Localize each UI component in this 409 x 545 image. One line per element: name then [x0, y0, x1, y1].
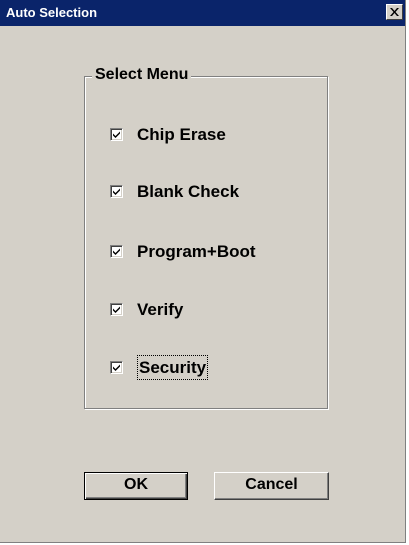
- title-bar[interactable]: Auto Selection: [0, 0, 405, 26]
- chip-erase-label: Chip Erase: [137, 125, 226, 144]
- window-title: Auto Selection: [6, 5, 98, 20]
- chip-erase-checkbox[interactable]: [110, 128, 123, 141]
- close-button[interactable]: [386, 4, 403, 20]
- security-checkbox[interactable]: [110, 361, 123, 374]
- checkmark-icon: [113, 364, 120, 371]
- checkmark-icon: [113, 248, 120, 255]
- program-boot-label: Program+Boot: [137, 242, 256, 261]
- checkmark-icon: [113, 131, 120, 138]
- cancel-button[interactable]: Cancel: [214, 472, 329, 500]
- auto-selection-dialog: Auto Selection Select Menu Chip Erase Bl…: [0, 0, 406, 543]
- ok-button[interactable]: OK: [84, 472, 188, 500]
- security-label: Security: [136, 355, 209, 380]
- blank-check-label: Blank Check: [137, 182, 240, 201]
- select-menu-group-title: Select Menu: [92, 65, 192, 85]
- checkmark-icon: [113, 306, 120, 313]
- program-boot-checkbox[interactable]: [110, 245, 123, 258]
- checkmark-icon: [113, 188, 120, 195]
- verify-checkbox[interactable]: [110, 303, 123, 316]
- verify-label: Verify: [137, 300, 184, 319]
- close-icon: [390, 8, 399, 16]
- blank-check-checkbox[interactable]: [110, 185, 123, 198]
